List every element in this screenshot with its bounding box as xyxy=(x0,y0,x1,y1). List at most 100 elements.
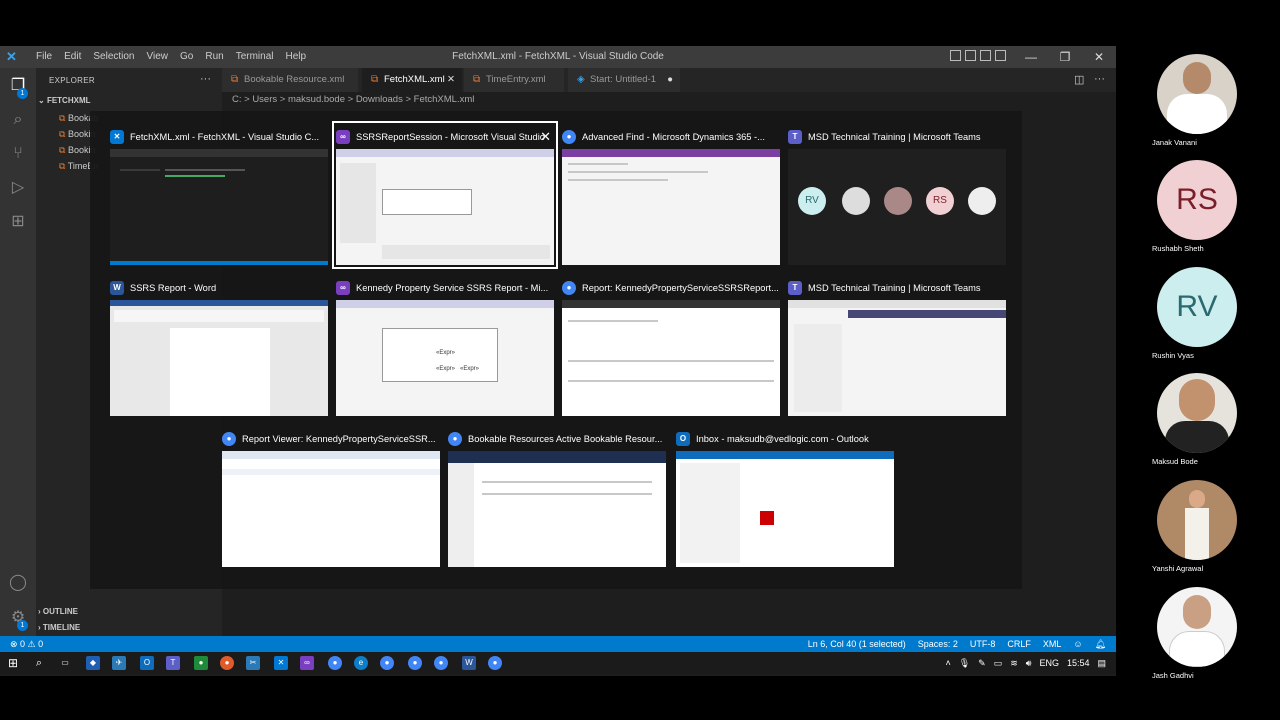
customize-layout-icon[interactable] xyxy=(995,50,1006,61)
toggle-panel-icon[interactable] xyxy=(965,50,976,61)
window-card-teams-1[interactable]: MSD Technical Training | Microsoft Teams… xyxy=(788,125,1006,265)
close-tab-icon[interactable]: ✕ xyxy=(447,68,455,92)
thumb-expr: «Expr» xyxy=(436,350,456,356)
more-actions-icon[interactable]: ··· xyxy=(200,73,211,85)
window-card-vscode[interactable]: FetchXML.xml - FetchXML - Visual Studio … xyxy=(110,125,328,265)
menu-selection[interactable]: Selection xyxy=(87,46,140,68)
thumb-titlebar xyxy=(222,451,440,459)
window-card-ssrs-session[interactable]: SSRSReportSession - Microsoft Visual Stu… xyxy=(332,121,558,269)
wifi-icon[interactable]: ≋ xyxy=(1010,652,1018,674)
thumb-line xyxy=(568,360,774,362)
language-indicator[interactable]: ENG xyxy=(1039,652,1059,674)
task-view-icon[interactable]: ▭ xyxy=(58,656,72,670)
thumb-line xyxy=(165,169,245,171)
cursor-position[interactable]: Ln 6, Col 40 (1 selected) xyxy=(808,636,906,652)
window-card-bookable-resources[interactable]: Bookable Resources Active Bookable Resou… xyxy=(448,427,666,567)
person-body-icon xyxy=(1185,508,1209,560)
window-card-kennedy-vs[interactable]: Kennedy Property Service SSRS Report - M… xyxy=(336,276,554,416)
outlook-icon[interactable]: O xyxy=(140,656,154,670)
thumb-line xyxy=(165,175,225,177)
menu-help[interactable]: Help xyxy=(280,46,313,68)
window-thumbnail xyxy=(788,300,1006,416)
edge-icon[interactable]: e xyxy=(354,656,368,670)
source-control-icon[interactable]: ⑂ xyxy=(8,144,28,164)
volume-icon[interactable]: 🔊︎ xyxy=(1026,652,1032,674)
extensions-icon[interactable]: ⊞ xyxy=(8,212,28,232)
chevron-up-icon[interactable]: ˄ xyxy=(945,652,950,674)
participant-name: Jash Gadhvi xyxy=(1152,671,1194,680)
menu-file[interactable]: File xyxy=(30,46,58,68)
windows-start-icon[interactable]: ⊞ xyxy=(6,656,20,670)
window-card-outlook[interactable]: Inbox - maksudb@vedlogic.com - Outlook O xyxy=(676,427,894,567)
tab-timeentry[interactable]: ⧉ TimeEntry.xml xyxy=(464,68,564,92)
chrome-icon[interactable]: ● xyxy=(328,656,342,670)
explorer-badge: 1 xyxy=(17,88,28,99)
window-card-advanced-find[interactable]: Advanced Find - Microsoft Dynamics 365 -… xyxy=(562,125,780,265)
toggle-sidebar-icon[interactable] xyxy=(950,50,961,61)
notifications-bell-icon[interactable]: 🔔︎ xyxy=(1095,636,1106,652)
more-actions-icon[interactable]: ··· xyxy=(1094,73,1105,85)
app-icon[interactable]: ● xyxy=(194,656,208,670)
run-debug-icon[interactable]: ▷ xyxy=(8,178,28,198)
window-card-word[interactable]: SSRS Report - Word W xyxy=(110,276,328,416)
teams-icon[interactable]: T xyxy=(166,656,180,670)
microphone-icon[interactable]: 🎙︎ xyxy=(959,652,970,674)
encoding[interactable]: UTF-8 xyxy=(970,636,996,652)
menu-terminal[interactable]: Terminal xyxy=(230,46,280,68)
person-head-icon xyxy=(1183,62,1211,94)
thumb-logo xyxy=(760,511,774,525)
close-icon[interactable]: ✕ xyxy=(1082,46,1116,68)
account-icon[interactable]: ◯ xyxy=(8,573,28,593)
minimize-icon[interactable]: — xyxy=(1014,46,1048,68)
problems-indicator[interactable]: ⊗ 0 ⚠ 0 xyxy=(10,636,43,652)
split-editor-icon[interactable]: ◫ xyxy=(1074,73,1084,86)
thumb-ribbon xyxy=(114,310,324,322)
unsaved-dot-icon[interactable]: ● xyxy=(667,68,673,92)
xml-file-icon: ⧉ xyxy=(473,74,481,85)
vscode-icon[interactable]: ✕ xyxy=(274,656,288,670)
screen: FetchXML.xml - FetchXML - Visual Studio … xyxy=(0,0,1280,720)
chrome-icon: ● xyxy=(222,432,236,446)
close-window-icon[interactable]: ✕ xyxy=(540,125,551,149)
toggle-secondary-sidebar-icon[interactable] xyxy=(980,50,991,61)
search-icon[interactable]: ⌕ xyxy=(32,656,46,670)
app-icon[interactable]: ✂ xyxy=(246,656,260,670)
feedback-icon[interactable]: ☺ xyxy=(1073,636,1082,652)
menu-edit[interactable]: Edit xyxy=(58,46,87,68)
battery-icon[interactable]: ▭ xyxy=(994,652,1003,674)
menu-go[interactable]: Go xyxy=(174,46,199,68)
breadcrumb[interactable]: C: > Users > maksud.bode > Downloads > F… xyxy=(232,94,474,105)
timeline-section[interactable]: › TIMELINE xyxy=(38,623,80,632)
security-shield-icon[interactable]: ◆ xyxy=(86,656,100,670)
window-controls: — ❐ ✕ xyxy=(1014,46,1116,68)
notifications-icon[interactable]: ▤ xyxy=(1097,652,1106,674)
folder-fetchxml[interactable]: ⌄ FETCHXML xyxy=(38,96,91,105)
chrome-icon[interactable]: ● xyxy=(488,656,502,670)
chrome-icon[interactable]: ● xyxy=(434,656,448,670)
pen-icon[interactable]: ✎ xyxy=(978,652,986,674)
restore-icon[interactable]: ❐ xyxy=(1048,46,1082,68)
search-icon[interactable]: ⌕ xyxy=(8,110,28,130)
clock[interactable]: 15:54 xyxy=(1067,652,1090,674)
visual-studio-icon[interactable]: ∞ xyxy=(300,656,314,670)
app-icon[interactable]: ✈ xyxy=(112,656,126,670)
activity-bar: ❐ 1 ⌕ ⑂ ▷ ⊞ ◯ ⚙ 1 xyxy=(0,68,36,636)
window-title: Inbox - maksudb@vedlogic.com - Outlook xyxy=(696,434,869,444)
word-icon[interactable]: W xyxy=(462,656,476,670)
chrome-icon[interactable]: ● xyxy=(408,656,422,670)
app-icon[interactable]: ● xyxy=(220,656,234,670)
language-mode[interactable]: XML xyxy=(1043,636,1062,652)
window-card-report-viewer[interactable]: Report Viewer: KennedyPropertyServiceSSR… xyxy=(222,427,440,567)
window-card-teams-2[interactable]: MSD Technical Training | Microsoft Teams… xyxy=(788,276,1006,416)
chrome-icon[interactable]: ● xyxy=(380,656,394,670)
indentation[interactable]: Spaces: 2 xyxy=(918,636,958,652)
window-card-report-chrome[interactable]: Report: KennedyPropertyServiceSSRSReport… xyxy=(562,276,780,416)
tab-fetchxml[interactable]: ⧉ FetchXML.xml ✕ xyxy=(362,68,462,92)
outline-section[interactable]: › OUTLINE xyxy=(38,607,78,616)
eol[interactable]: CRLF xyxy=(1007,636,1031,652)
menu-view[interactable]: View xyxy=(141,46,175,68)
tab-bookable-resource[interactable]: ⧉ Bookable Resource.xml xyxy=(222,68,358,92)
window-thumbnail xyxy=(562,300,780,416)
tab-start[interactable]: ◈ Start: Untitled-1 ● xyxy=(568,68,680,92)
menu-run[interactable]: Run xyxy=(199,46,229,68)
